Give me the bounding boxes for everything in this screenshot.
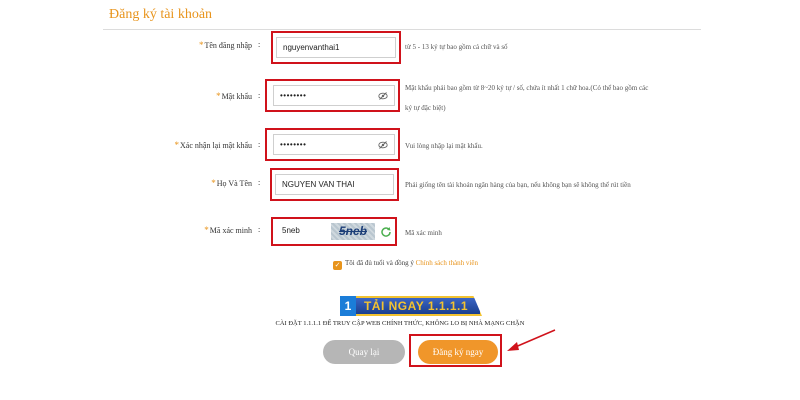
arrow-annotation-icon bbox=[507, 329, 556, 351]
captcha-hint: Mã xác minh bbox=[405, 229, 442, 237]
password-input[interactable]: •••••••• bbox=[273, 85, 395, 106]
full-name-input[interactable]: NGUYEN VAN THAI bbox=[275, 174, 394, 195]
password-hint: Mật khẩu phải bao gồm từ 8~20 ký tự / số… bbox=[405, 84, 649, 112]
agree-checkbox[interactable]: ✓ bbox=[333, 261, 342, 270]
title-divider bbox=[103, 29, 701, 30]
captcha-image: 5neb bbox=[331, 223, 375, 240]
eye-off-icon[interactable] bbox=[378, 140, 388, 150]
back-button[interactable]: Quay lại bbox=[323, 340, 405, 364]
install-note: CÀI ĐẶT 1.1.1.1 ĐỂ TRUY CẬP WEB CHÍNH TH… bbox=[275, 320, 525, 327]
password-colon: : bbox=[258, 91, 261, 100]
required-mark: * bbox=[174, 140, 180, 150]
captcha-colon: : bbox=[258, 225, 261, 234]
refresh-icon[interactable] bbox=[380, 226, 392, 238]
confirm-password-colon: : bbox=[258, 140, 261, 149]
username-input[interactable]: nguyenvanthai1 bbox=[276, 37, 396, 58]
username-hint: từ 5 - 13 ký tự bao gồm cả chữ và số bbox=[405, 43, 508, 51]
required-mark: * bbox=[204, 225, 209, 235]
username-colon: : bbox=[258, 40, 261, 49]
register-button[interactable]: Đăng ký ngay bbox=[418, 340, 498, 364]
required-mark: * bbox=[216, 91, 221, 101]
agree-text: Tôi đã đủ tuổi và đồng ý Chính sách thàn… bbox=[345, 259, 478, 267]
username-label: *Tên đăng nhập bbox=[198, 40, 252, 50]
confirm-password-hint: Vui lòng nhập lại mật khẩu. bbox=[405, 142, 483, 150]
confirm-password-input[interactable]: •••••••• bbox=[273, 134, 395, 155]
member-policy-link[interactable]: Chính sách thành viên bbox=[416, 259, 478, 267]
captcha-label: *Mã xác minh bbox=[204, 225, 252, 235]
eye-off-icon[interactable] bbox=[378, 91, 388, 101]
full-name-colon: : bbox=[258, 178, 261, 187]
banner-logo-icon: 1 bbox=[340, 296, 356, 316]
download-banner-text[interactable]: TẢI NGAY 1.1.1.1 bbox=[350, 296, 482, 316]
page-title: Đăng ký tài khoản bbox=[109, 7, 213, 22]
full-name-label: *Họ Và Tên bbox=[211, 178, 252, 188]
full-name-hint: Phải giống tên tài khoản ngân hàng của b… bbox=[405, 181, 631, 189]
required-mark: * bbox=[198, 40, 204, 50]
confirm-password-label: *Xác nhận lại mật khẩu bbox=[174, 140, 252, 150]
password-label: *Mật khẩu bbox=[216, 91, 252, 101]
required-mark: * bbox=[211, 178, 216, 188]
